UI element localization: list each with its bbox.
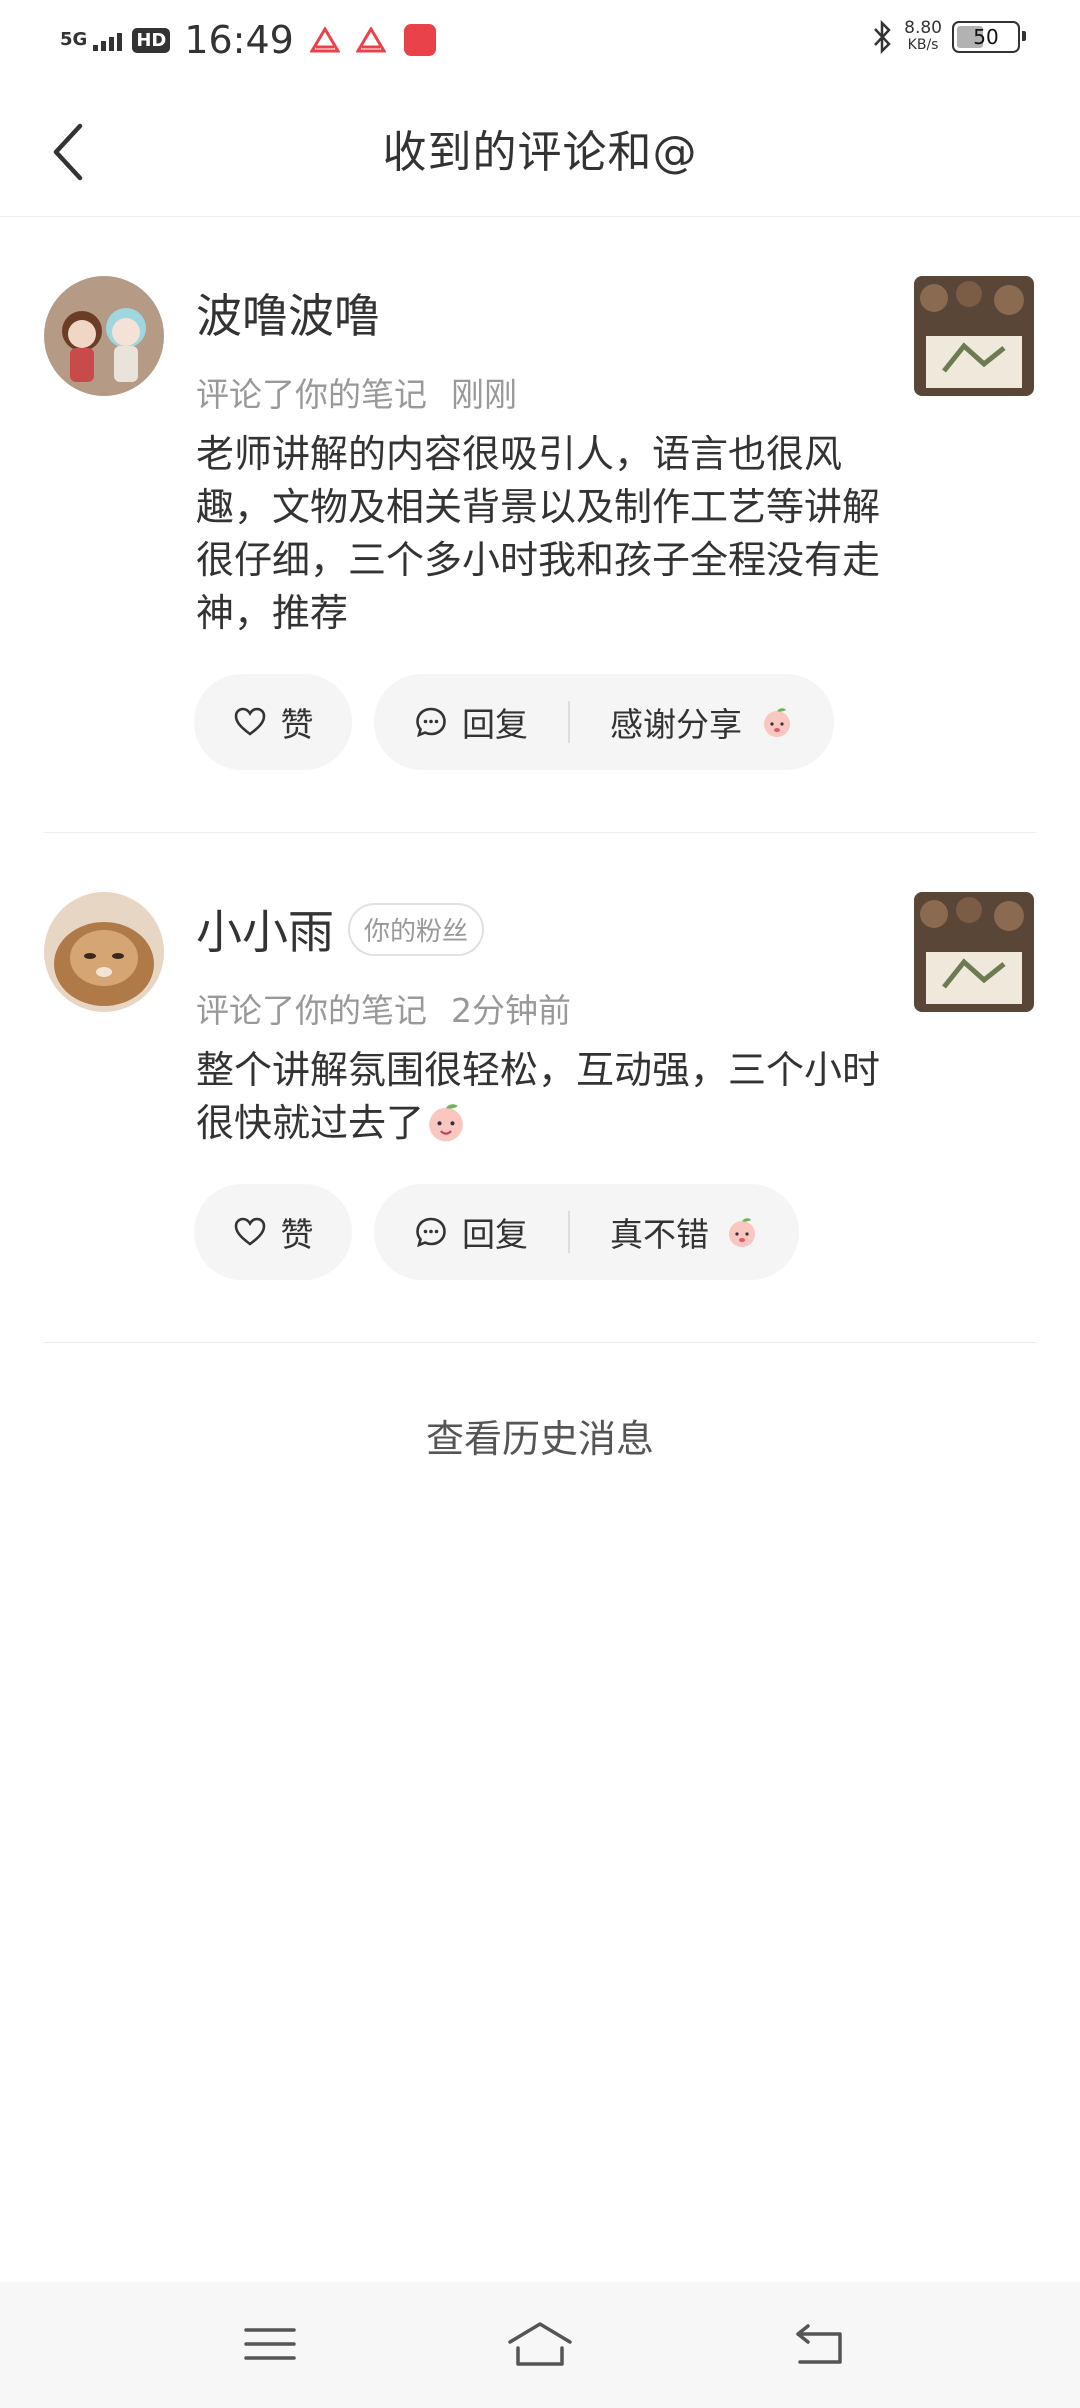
peach-emoji-icon [729, 1218, 755, 1247]
network-type: 5G [60, 29, 88, 50]
avatar[interactable] [44, 276, 164, 396]
clock: 16:49 [184, 18, 294, 62]
user-name[interactable]: 小小雨 [196, 896, 334, 962]
comment-meta: 评论了你的笔记 刚刚 [196, 368, 517, 416]
header: 收到的评论和@ [0, 86, 1080, 217]
net-speed: 8.80 KB/s [904, 18, 942, 54]
comment-text[interactable]: 整个讲解氛围很轻松，互动强，三个小时很快就过去了 [196, 1044, 896, 1150]
menu-icon[interactable] [240, 2318, 300, 2370]
divider [44, 1342, 1036, 1343]
status-bar: 5G HD 16:49 8.80 KB/s 50 [0, 0, 1080, 86]
system-nav-bar [0, 2282, 1080, 2408]
user-name[interactable]: 波噜波噜 [196, 280, 380, 346]
quick-reply-button[interactable]: 感谢分享 [610, 698, 742, 746]
like-label: 赞 [280, 1215, 314, 1254]
like-button[interactable]: 赞 [194, 1184, 352, 1280]
like-label: 赞 [280, 705, 314, 744]
comment-text[interactable]: 老师讲解的内容很吸引人，语言也很风趣，文物及相关背景以及制作工艺等讲解很仔细，三… [196, 428, 896, 640]
peach-emoji-icon [764, 708, 790, 737]
reply-button[interactable]: 回复 [462, 698, 528, 746]
reply-button[interactable]: 回复 [462, 1208, 528, 1256]
separator [568, 701, 570, 743]
quick-reply-button[interactable]: 真不错 [610, 1208, 709, 1256]
comment-meta: 评论了你的笔记 2分钟前 [196, 984, 571, 1032]
reply-bar: 回复 真不错 [374, 1184, 799, 1280]
avatar[interactable] [44, 892, 164, 1012]
heart-icon [234, 1217, 265, 1246]
comment-time: 刚刚 [451, 375, 517, 414]
view-history-link[interactable]: 查看历史消息 [0, 1408, 1080, 1463]
battery-icon: 50 [952, 21, 1026, 53]
comment-time: 2分钟前 [451, 991, 571, 1030]
home-icon[interactable] [504, 2318, 576, 2370]
note-thumbnail[interactable] [914, 892, 1034, 1012]
comment-action: 评论了你的笔记 [196, 375, 427, 414]
heart-icon [234, 707, 265, 736]
reply-bar: 回复 感谢分享 [374, 674, 834, 770]
divider [44, 832, 1036, 833]
note-thumbnail[interactable] [914, 276, 1034, 396]
app-notification-icon [355, 27, 386, 53]
comment-bubble-icon [416, 1217, 446, 1248]
comment-action: 评论了你的笔记 [196, 991, 427, 1030]
peach-emoji-icon [429, 1104, 463, 1142]
comment-bubble-icon [416, 707, 446, 738]
back-nav-icon[interactable] [790, 2318, 850, 2370]
page-title: 收到的评论和@ [382, 127, 698, 178]
separator [568, 1211, 570, 1253]
like-button[interactable]: 赞 [194, 674, 352, 770]
app-notification-icon [309, 27, 340, 53]
fan-badge: 你的粉丝 [348, 902, 485, 956]
signal-icon [93, 29, 123, 51]
hd-badge: HD [132, 27, 171, 53]
bluetooth-icon [874, 20, 891, 54]
app-notification-icon [403, 24, 436, 56]
